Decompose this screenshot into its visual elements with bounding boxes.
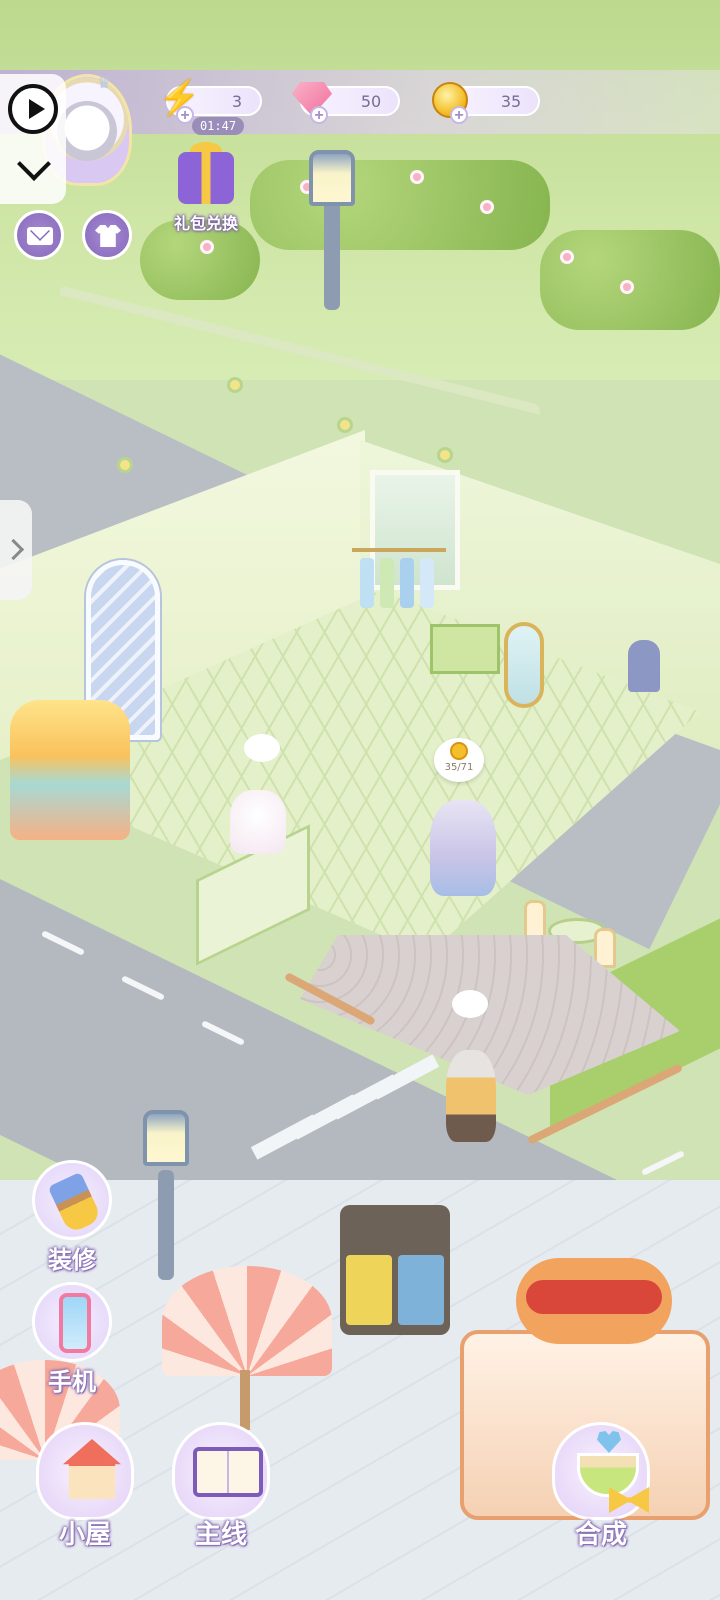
cafe-umbrella [162, 1266, 332, 1376]
flower-hedge [250, 160, 550, 250]
lane-marking [641, 1150, 685, 1176]
street-lamp [309, 150, 355, 206]
celebration-fountain[interactable] [10, 700, 130, 840]
merge-label: 合成 [574, 1519, 627, 1549]
heart-icon [597, 1431, 621, 1453]
gift-redeem-button[interactable]: 礼包兑换 [164, 142, 248, 238]
gift-box-icon [178, 152, 234, 204]
house-button-bg [36, 1422, 134, 1520]
wisteria-flower [120, 460, 130, 470]
cuckoo-clock[interactable] [628, 640, 660, 692]
elderly-visitor[interactable] [446, 1050, 496, 1142]
shirt-icon [95, 225, 121, 247]
avatar-portrait [57, 101, 117, 161]
paint-brush-icon [47, 1171, 103, 1235]
phone-button[interactable]: 手机 [24, 1282, 120, 1402]
energy-value: 3 [231, 92, 243, 111]
add-gems-button[interactable]: + [310, 106, 328, 124]
house-button[interactable]: 小屋 [30, 1422, 140, 1552]
wisteria-flower [230, 380, 240, 390]
flower [200, 240, 214, 254]
flower [410, 170, 424, 184]
mail-icon [27, 227, 53, 245]
decorate-button-bg [32, 1160, 112, 1240]
gift-redeem-label: 礼包兑换 [173, 216, 238, 233]
wardrobe-button[interactable] [82, 210, 132, 260]
flower [560, 250, 574, 264]
recycling-bins [340, 1205, 450, 1335]
merge-button-bg [552, 1422, 650, 1520]
house-icon [63, 1439, 121, 1499]
street-lamp-post [324, 200, 340, 310]
yellow-bin [346, 1255, 392, 1325]
screen-recorder-panel [0, 74, 66, 204]
clothing-rack[interactable] [352, 548, 446, 618]
hanging-dress [400, 558, 414, 608]
wisteria-flower [440, 450, 450, 460]
coin-counter[interactable]: + 35 [432, 82, 540, 124]
coin-icon [450, 742, 468, 760]
crown-icon: ♛ [97, 75, 112, 92]
customer-coin-bubble[interactable]: 35/71 [434, 738, 484, 782]
main-quest-label: 主线 [194, 1519, 247, 1549]
chevron-down-icon[interactable] [12, 152, 56, 182]
merge-button[interactable]: 合成 [546, 1422, 656, 1552]
green-cabinet[interactable] [430, 624, 500, 674]
add-energy-button[interactable]: + [176, 106, 194, 124]
street-lamp [143, 1110, 189, 1166]
gem-value: 50 [360, 92, 382, 111]
street-lamp-post [158, 1170, 174, 1280]
shopkeeper-thought-bubble[interactable] [244, 734, 280, 762]
bow-icon [609, 1487, 649, 1513]
book-quill-icon [193, 1447, 263, 1497]
phone-icon [59, 1293, 91, 1353]
hanging-dress [420, 558, 434, 608]
hanging-dress [360, 558, 374, 608]
visitor-thought-bubble[interactable] [452, 990, 488, 1018]
main-quest-button[interactable]: 主线 [166, 1422, 276, 1552]
flower [620, 280, 634, 294]
add-coins-button[interactable]: + [450, 106, 468, 124]
phone-button-bg [32, 1282, 112, 1362]
decorate-button[interactable]: 装修 [24, 1160, 120, 1280]
phone-label: 手机 [48, 1369, 96, 1396]
wisteria-flower [340, 420, 350, 430]
play-icon[interactable] [8, 84, 58, 134]
hanging-dress [380, 558, 394, 608]
house-label: 小屋 [58, 1519, 111, 1549]
energy-counter[interactable]: ⚡ + 3 [158, 79, 262, 124]
side-expand-tab[interactable] [0, 500, 32, 600]
coin-value: 35 [500, 92, 522, 111]
hotdog-sign [516, 1258, 672, 1344]
decorate-label: 装修 [48, 1247, 96, 1274]
mail-button[interactable] [14, 210, 64, 260]
gem-counter[interactable]: + 50 [292, 82, 400, 124]
teacup-icon [577, 1453, 639, 1497]
standing-mirror[interactable] [504, 622, 544, 708]
chair [524, 900, 546, 940]
flower [480, 200, 494, 214]
blue-bin [398, 1255, 444, 1325]
cat-shopkeeper[interactable] [230, 790, 286, 854]
main-quest-button-bg [172, 1422, 270, 1520]
customer-progress-text: 35/71 [444, 762, 474, 773]
energy-timer: 01:47 [192, 117, 244, 135]
umbrella-pole [240, 1370, 250, 1430]
customer-girl[interactable] [430, 800, 496, 896]
